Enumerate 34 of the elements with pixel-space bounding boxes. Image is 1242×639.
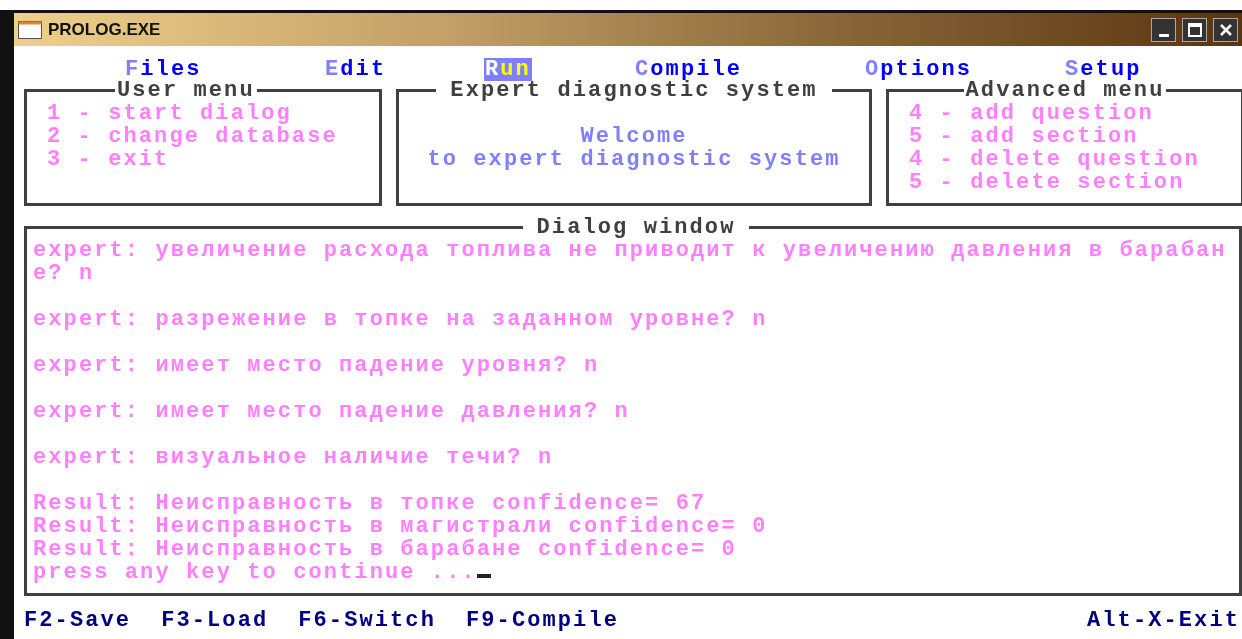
function-key-hint[interactable]: Alt-X-Exit — [1086, 609, 1240, 632]
menu-item[interactable]: Files — [124, 58, 203, 81]
function-key-hint[interactable]: F2-Save — [24, 609, 132, 632]
expert-question: expert: имеет место падение уровня? n — [33, 354, 601, 377]
menu-item[interactable]: Edit — [324, 58, 388, 81]
minimize-icon — [1158, 34, 1169, 37]
function-key-hint[interactable]: F3-Load — [161, 609, 269, 632]
panel-title: Expert diagnostic system — [449, 79, 819, 102]
expert-question: expert: визуальное наличие течи? n — [33, 446, 555, 469]
result-line: Result: Неисправность в магистрали confidence= 0 — [33, 515, 769, 538]
panel-title: Dialog window — [535, 216, 737, 239]
minimize-button[interactable] — [1151, 17, 1176, 42]
maximize-icon — [1186, 21, 1203, 38]
function-key-hint[interactable]: F6-Switch — [298, 609, 436, 632]
menu-item[interactable]: Compile — [634, 58, 744, 81]
window-title: PROLOG.EXE — [48, 19, 162, 40]
expert-question: expert: имеет место падение давления? n — [33, 400, 631, 423]
result-line: Result: Неисправность в топке confidence= 67 — [33, 492, 708, 515]
function-key-hint[interactable]: F9-Compile — [466, 609, 619, 632]
menu-item[interactable]: Setup — [1064, 58, 1143, 81]
result-line: Result: Неисправность в барабане confidence= 0 — [33, 538, 738, 561]
panel-title: User menu — [116, 79, 256, 102]
prompt-text: press any key to continue ... — [33, 560, 477, 585]
menu-item[interactable]: Options — [864, 58, 974, 81]
maximize-button[interactable] — [1182, 17, 1207, 42]
expert-question: expert: увеличение расхода топлива не приводит к увеличению давления в барабане? n — [33, 239, 1228, 285]
panel-title: Advanced menu — [965, 79, 1166, 102]
expert-question: expert: разрежение в топке на заданном уровне? n — [33, 308, 769, 331]
console-icon — [18, 20, 42, 39]
close-icon — [1217, 21, 1234, 38]
close-button[interactable] — [1213, 17, 1238, 42]
cursor-icon — [476, 574, 491, 578]
welcome-text: Welcome — [579, 125, 689, 148]
welcome-text: to expert diagnostic system — [426, 148, 842, 171]
